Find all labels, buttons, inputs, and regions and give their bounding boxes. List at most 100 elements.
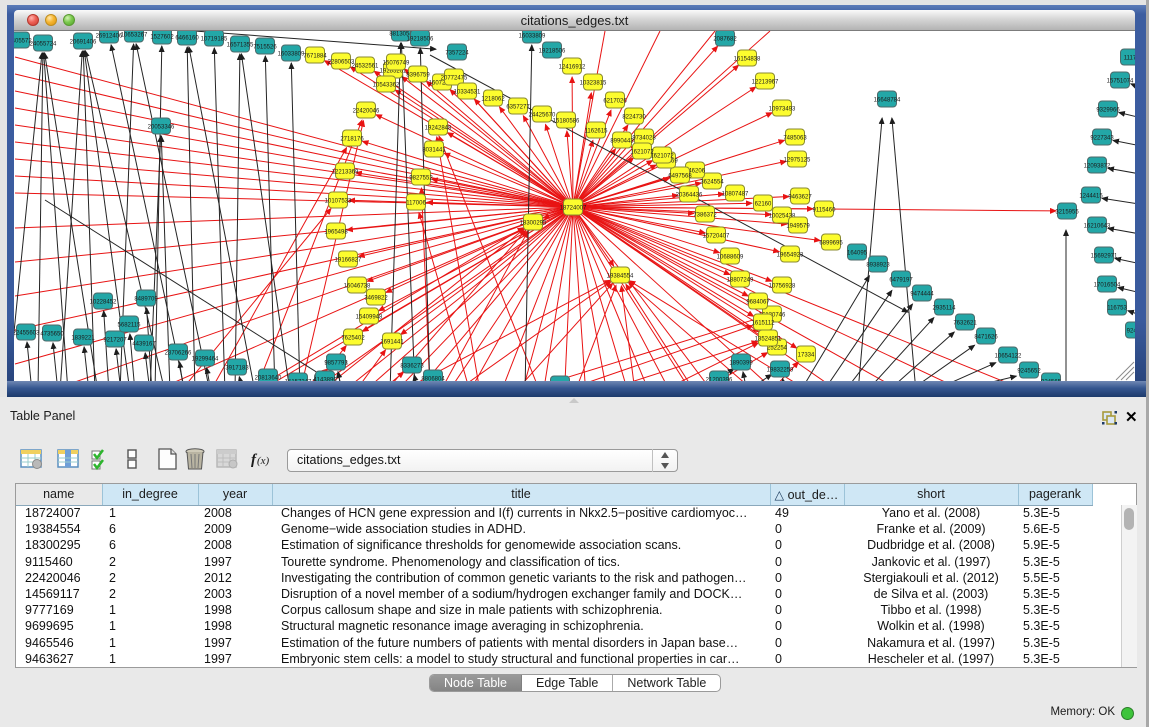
svg-text:23706266: 23706266 (165, 351, 192, 357)
svg-text:10228452: 10228452 (90, 300, 117, 306)
svg-text:12975125: 12975125 (784, 158, 811, 164)
svg-text:7357224: 7357224 (445, 51, 469, 57)
svg-text:19832259: 19832259 (767, 368, 794, 374)
svg-text:6466160: 6466160 (175, 36, 199, 42)
svg-text:9227343: 9227343 (1090, 136, 1114, 142)
svg-text:2087682: 2087682 (713, 37, 737, 43)
svg-text:7485063: 7485063 (783, 136, 807, 142)
svg-text:1615112: 1615112 (752, 321, 776, 327)
svg-text:1890399: 1890399 (729, 361, 753, 367)
svg-text:9217207: 9217207 (103, 338, 127, 344)
svg-text:20813640: 20813640 (255, 376, 282, 382)
svg-text:8471626: 8471626 (974, 335, 998, 341)
svg-text:1621072: 1621072 (630, 150, 654, 156)
svg-text:9115460: 9115460 (813, 208, 837, 214)
svg-text:12213967: 12213967 (752, 80, 779, 86)
svg-text:10543362: 10543362 (373, 83, 400, 89)
svg-text:8396759: 8396759 (406, 73, 430, 79)
svg-text:22455603: 22455603 (14, 331, 40, 337)
svg-text:15720407: 15720407 (703, 234, 730, 240)
svg-text:1117: 1117 (1124, 56, 1135, 62)
svg-text:10107533: 10107533 (325, 199, 352, 205)
svg-text:3624554: 3624554 (700, 180, 724, 186)
svg-text:16033809: 16033809 (278, 52, 305, 58)
svg-text:26912406: 26912406 (96, 34, 123, 40)
svg-text:6497568: 6497568 (668, 174, 692, 180)
svg-text:9463627: 9463627 (788, 195, 812, 201)
svg-text:20053346: 20053346 (148, 125, 175, 131)
svg-text:15157347: 15157347 (285, 380, 312, 382)
svg-text:8990443: 8990443 (610, 139, 634, 145)
svg-text:12213369: 12213369 (332, 170, 359, 176)
svg-text:1218062: 1218062 (481, 97, 505, 103)
svg-text:8336273: 8336273 (400, 364, 424, 370)
svg-text:18807249: 18807249 (727, 278, 754, 284)
svg-text:164095: 164095 (847, 251, 868, 257)
svg-text:17016504: 17016504 (1094, 283, 1121, 289)
svg-text:6899695: 6899695 (819, 241, 843, 247)
svg-text:10334531: 10334531 (454, 90, 481, 96)
svg-text:1691441: 1691441 (380, 340, 404, 346)
svg-text:17334: 17334 (798, 353, 815, 359)
svg-text:2718176: 2718176 (340, 137, 364, 143)
svg-text:15076749: 15076749 (383, 61, 410, 67)
svg-text:1244415: 1244415 (1079, 194, 1103, 200)
svg-text:7386372: 7386372 (693, 213, 717, 219)
svg-text:1162615: 1162615 (585, 129, 609, 135)
svg-text:12093872: 12093872 (1084, 164, 1111, 170)
svg-text:4735650: 4735650 (40, 332, 64, 338)
svg-text:1965498: 1965498 (324, 230, 348, 236)
svg-text:10973493: 10973493 (769, 107, 796, 113)
svg-text:1621072: 1621072 (650, 154, 674, 160)
svg-text:3215955: 3215955 (1055, 210, 1079, 216)
svg-text:4143890: 4143890 (313, 378, 337, 382)
svg-text:19218506: 19218506 (407, 37, 434, 43)
svg-text:10807487: 10807487 (722, 192, 749, 198)
svg-text:15751074: 15751074 (1107, 79, 1134, 85)
svg-text:62160: 62160 (755, 202, 772, 208)
svg-text:10756928: 10756928 (769, 284, 796, 290)
svg-text:21200396: 21200396 (706, 378, 733, 382)
svg-text:19654923: 19654923 (777, 253, 804, 259)
svg-text:1949579: 1949579 (786, 224, 810, 230)
svg-text:20772475: 20772475 (441, 76, 468, 82)
svg-text:9329966: 9329966 (1096, 108, 1120, 114)
svg-text:9734028: 9734028 (632, 136, 656, 142)
svg-text:5682115: 5682115 (118, 323, 142, 329)
svg-text:8489709: 8489709 (134, 297, 158, 303)
svg-text:12416912: 12416912 (559, 65, 586, 71)
svg-text:24055724: 24055724 (30, 42, 57, 48)
svg-text:15180586: 15180586 (553, 119, 580, 125)
svg-text:15692971: 15692971 (1091, 254, 1118, 260)
svg-text:9245652: 9245652 (1017, 369, 1041, 375)
svg-text:7625402: 7625402 (341, 336, 365, 342)
svg-text:8806804: 8806804 (421, 377, 445, 382)
svg-text:16571355: 16571355 (227, 43, 254, 49)
svg-text:924565: 924565 (1041, 380, 1062, 382)
svg-text:16046738: 16046738 (344, 284, 371, 290)
svg-text:10654122: 10654122 (995, 354, 1022, 360)
svg-text:2935114: 2935114 (933, 306, 957, 312)
svg-text:4439167: 4439167 (132, 342, 156, 348)
svg-text:9684067: 9684067 (746, 300, 770, 306)
svg-text:7515526: 7515526 (253, 45, 277, 51)
svg-text:8031441: 8031441 (422, 148, 446, 154)
svg-text:10323815: 10323815 (580, 81, 607, 87)
svg-text:(x): (x) (257, 455, 270, 467)
svg-text:92450: 92450 (1127, 329, 1135, 335)
svg-text:16154838: 16154838 (734, 57, 761, 63)
svg-text:22420046: 22420046 (353, 109, 380, 115)
svg-text:19299464: 19299464 (192, 357, 219, 363)
svg-text:1839221: 1839221 (71, 336, 95, 342)
svg-text:9474444: 9474444 (910, 292, 934, 298)
svg-text:20691406: 20691406 (70, 40, 97, 46)
svg-text:19242848: 19242848 (425, 126, 452, 132)
svg-text:16033809: 16033809 (519, 34, 546, 40)
svg-text:7632621: 7632621 (953, 321, 977, 327)
svg-text:16210643: 16210643 (1084, 224, 1111, 230)
svg-text:15409948: 15409948 (356, 315, 383, 321)
svg-text:19166827: 19166827 (335, 258, 362, 264)
svg-text:3917183: 3917183 (225, 366, 249, 372)
svg-text:3469822: 3469822 (364, 296, 388, 302)
svg-text:1527602: 1527602 (150, 35, 174, 41)
